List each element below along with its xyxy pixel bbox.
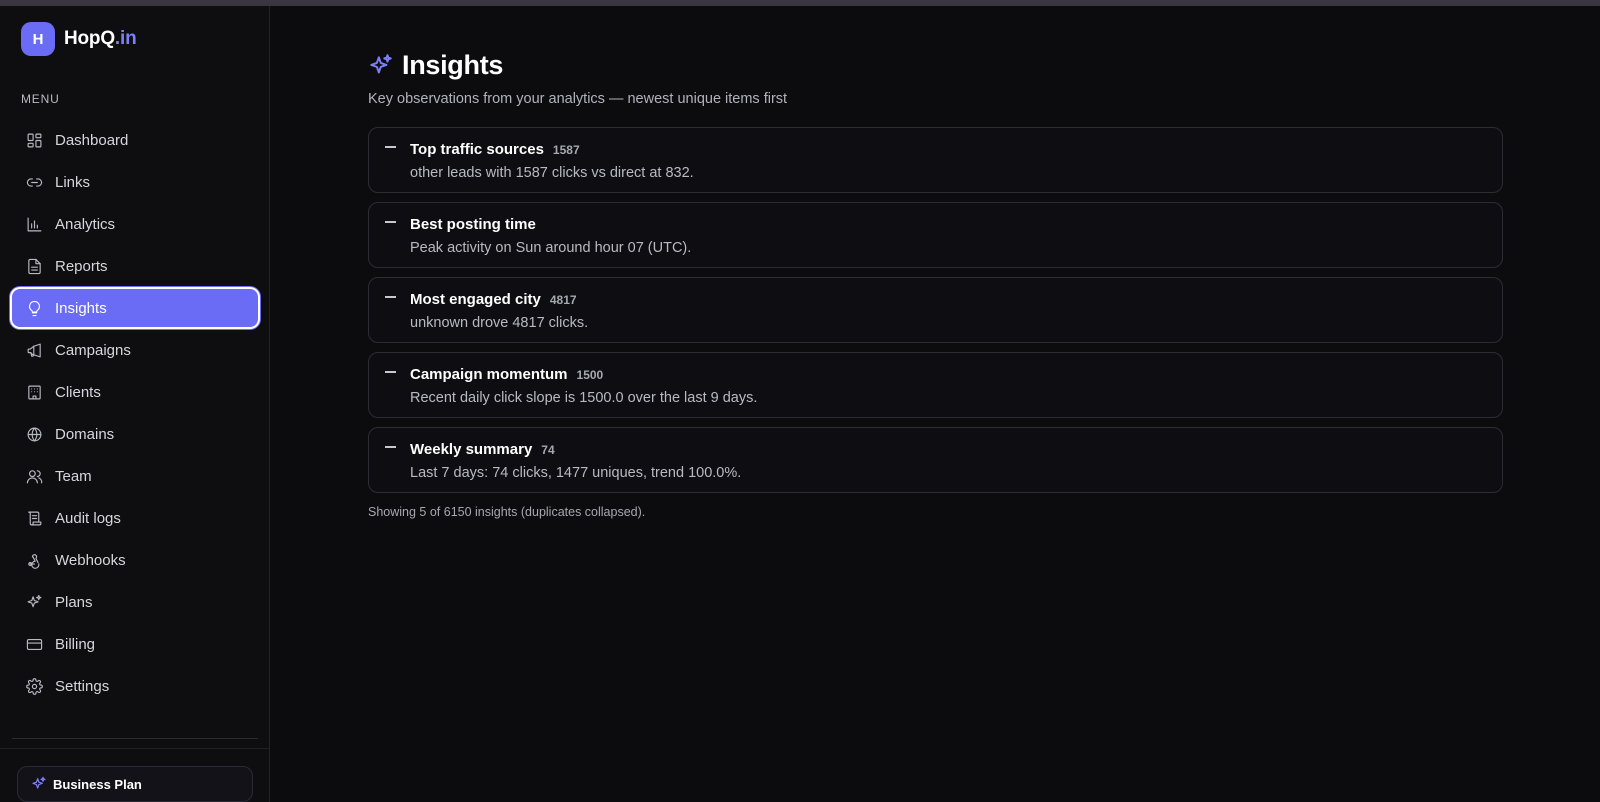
sidebar-item-label: Webhooks (55, 551, 126, 569)
sidebar-item-clients[interactable]: Clients (10, 371, 260, 413)
sidebar-item-settings[interactable]: Settings (10, 665, 260, 707)
page-title: Insights (402, 50, 504, 80)
sidebar-divider (12, 738, 258, 739)
sidebar-item-reports[interactable]: Reports (10, 245, 260, 287)
collapse-dash-icon[interactable] (385, 296, 396, 298)
sidebar-item-label: Plans (55, 593, 93, 611)
sidebar-item-label: Campaigns (55, 341, 131, 359)
insight-card[interactable]: Top traffic sources 1587 other leads with… (368, 127, 1503, 193)
insight-card[interactable]: Best posting time Peak activity on Sun a… (368, 202, 1503, 268)
page-header: Insights (368, 50, 1503, 81)
sidebar-item-insights[interactable]: Insights (10, 287, 260, 329)
sidebar-item-domains[interactable]: Domains (10, 413, 260, 455)
menu-heading: MENU (21, 92, 60, 106)
plan-badge[interactable]: Business Plan (17, 766, 253, 802)
link-icon (25, 173, 43, 191)
document-icon (25, 257, 43, 275)
insight-value: 4817 (549, 293, 577, 307)
sparkles-icon (370, 53, 392, 73)
sidebar-item-analytics[interactable]: Analytics (10, 203, 260, 245)
insight-value: 1587 (552, 143, 580, 157)
collapse-dash-icon[interactable] (385, 221, 396, 223)
sidebar-item-label: Billing (55, 635, 96, 653)
insight-title: Top traffic sources (410, 141, 544, 158)
sidebar-item-label: Domains (55, 425, 115, 443)
sidebar: H HopQ.in MENU Dashboard Links Analytics… (0, 6, 270, 802)
sidebar-item-label: Insights (55, 299, 107, 317)
insight-title: Most engaged city (410, 291, 541, 308)
main-content: Insights Key observations from your anal… (368, 6, 1503, 519)
insight-card[interactable]: Weekly summary 74 Last 7 days: 74 clicks,… (368, 427, 1503, 493)
bar-chart-icon (25, 215, 43, 233)
sidebar-item-billing[interactable]: Billing (10, 623, 260, 665)
brand-name-main: HopQ (64, 28, 115, 49)
sidebar-item-label: Team (55, 467, 92, 485)
collapse-dash-icon[interactable] (385, 371, 396, 373)
insight-title: Best posting time (410, 216, 536, 233)
insight-card[interactable]: Most engaged city 4817 unknown drove 4817… (368, 277, 1503, 343)
insight-value: 74 (541, 443, 555, 457)
collapse-dash-icon[interactable] (385, 446, 396, 448)
insights-list: Top traffic sources 1587 other leads with… (368, 127, 1503, 493)
insight-description: Peak activity on Sun around hour 07 (UTC… (410, 240, 692, 256)
sidebar-item-dashboard[interactable]: Dashboard (10, 119, 260, 161)
page-subtitle: Key observations from your analytics — n… (368, 91, 788, 107)
insight-title: Weekly summary (410, 441, 533, 458)
brand-logo: H (21, 22, 55, 56)
sidebar-item-label: Settings (55, 677, 110, 695)
sidebar-item-label: Reports (55, 257, 108, 275)
collapse-dash-icon[interactable] (385, 146, 396, 148)
brand-name: HopQ.in (64, 28, 137, 50)
insight-description: Last 7 days: 74 clicks, 1477 uniques, tr… (410, 465, 742, 481)
insight-description: unknown drove 4817 clicks. (410, 315, 589, 331)
sparkles-icon (32, 776, 46, 789)
brand[interactable]: H HopQ.in (21, 22, 137, 56)
lightbulb-icon (25, 299, 43, 317)
megaphone-icon (25, 341, 43, 359)
sidebar-item-label: Links (55, 173, 91, 191)
webhook-icon (25, 551, 43, 569)
insight-card[interactable]: Campaign momentum 1500 Recent daily click… (368, 352, 1503, 418)
credit-card-icon (25, 635, 43, 653)
sidebar-footer-divider (0, 748, 270, 749)
sidebar-item-label: Analytics (55, 215, 116, 233)
dashboard-icon (25, 131, 43, 149)
results-footnote: Showing 5 of 6150 insights (duplicates c… (368, 505, 646, 519)
insight-title: Campaign momentum (410, 366, 568, 383)
building-icon (25, 383, 43, 401)
sidebar-item-plans[interactable]: Plans (10, 581, 260, 623)
gear-icon (25, 677, 43, 695)
globe-icon (25, 425, 43, 443)
scroll-icon (25, 509, 43, 527)
users-icon (25, 467, 43, 485)
sidebar-item-campaigns[interactable]: Campaigns (10, 329, 260, 371)
sidebar-item-audit-logs[interactable]: Audit logs (10, 497, 260, 539)
brand-name-tld: .in (114, 28, 137, 49)
sidebar-item-label: Audit logs (55, 509, 121, 527)
sidebar-item-team[interactable]: Team (10, 455, 260, 497)
insight-description: other leads with 1587 clicks vs direct a… (410, 165, 694, 181)
insight-description: Recent daily click slope is 1500.0 over … (410, 390, 758, 406)
sidebar-item-links[interactable]: Links (10, 161, 260, 203)
insight-value: 1500 (576, 368, 604, 382)
sparkles-icon (25, 593, 43, 611)
sidebar-item-label: Clients (55, 383, 101, 401)
sidebar-item-label: Dashboard (55, 131, 129, 149)
plan-label: Business Plan (53, 776, 142, 792)
sidebar-nav: Dashboard Links Analytics Reports Insigh… (10, 119, 260, 707)
sidebar-item-webhooks[interactable]: Webhooks (10, 539, 260, 581)
